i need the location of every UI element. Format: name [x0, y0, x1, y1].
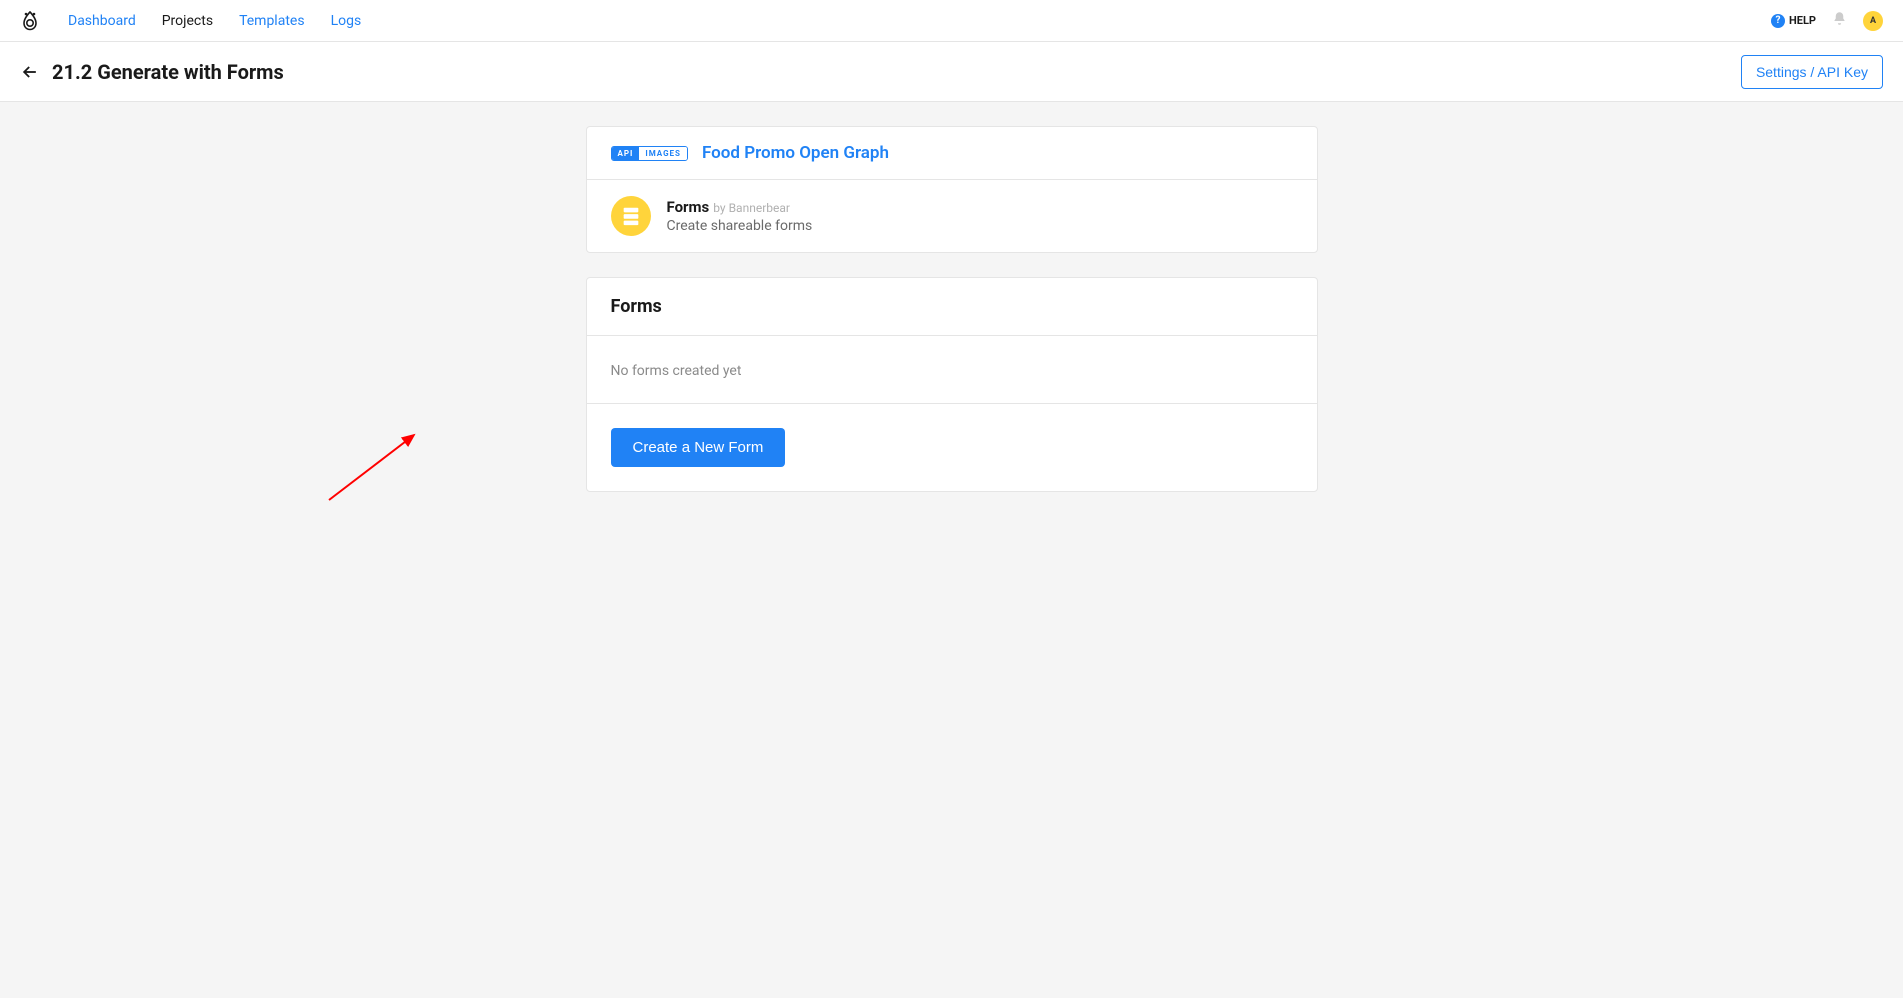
- app-logo[interactable]: [20, 11, 40, 31]
- badge-api: API: [612, 147, 640, 160]
- forms-card-body: No forms created yet: [587, 336, 1317, 404]
- nav-right: ? HELP A: [1771, 11, 1883, 31]
- notifications-icon[interactable]: [1832, 11, 1847, 30]
- badge-images: IMAGES: [639, 147, 687, 160]
- integration-row: Forms by Bannerbear Create shareable for…: [587, 180, 1317, 252]
- forms-card: Forms No forms created yet Create a New …: [586, 277, 1318, 492]
- help-link[interactable]: ? HELP: [1771, 14, 1816, 28]
- integration-info: Forms by Bannerbear Create shareable for…: [667, 198, 813, 234]
- content: API IMAGES Food Promo Open Graph Forms: [0, 102, 1903, 540]
- container: API IMAGES Food Promo Open Graph Forms: [586, 126, 1318, 516]
- forms-card-header: Forms: [587, 278, 1317, 336]
- nav-links: Dashboard Projects Templates Logs: [68, 13, 1771, 29]
- integration-by: by Bannerbear: [713, 201, 790, 215]
- template-card: API IMAGES Food Promo Open Graph Forms: [586, 126, 1318, 253]
- forms-title: Forms: [611, 296, 1293, 317]
- forms-card-footer: Create a New Form: [587, 404, 1317, 491]
- nav-dashboard[interactable]: Dashboard: [68, 13, 136, 29]
- help-icon: ?: [1771, 14, 1785, 28]
- template-header: API IMAGES Food Promo Open Graph: [587, 127, 1317, 180]
- nav-projects[interactable]: Projects: [162, 13, 213, 29]
- integration-desc: Create shareable forms: [667, 218, 813, 234]
- help-label: HELP: [1789, 14, 1816, 27]
- sub-header-left: 21.2 Generate with Forms: [20, 60, 284, 84]
- user-avatar[interactable]: A: [1863, 11, 1883, 31]
- page-title: 21.2 Generate with Forms: [52, 60, 284, 84]
- forms-empty-message: No forms created yet: [611, 363, 742, 379]
- nav-logs[interactable]: Logs: [331, 13, 362, 29]
- sub-header: 21.2 Generate with Forms Settings / API …: [0, 42, 1903, 102]
- forms-integration-icon: [611, 196, 651, 236]
- top-nav: Dashboard Projects Templates Logs ? HELP…: [0, 0, 1903, 42]
- create-new-form-button[interactable]: Create a New Form: [611, 428, 786, 467]
- integration-title: Forms: [667, 198, 710, 216]
- api-images-badge: API IMAGES: [611, 146, 688, 161]
- template-name-link[interactable]: Food Promo Open Graph: [702, 143, 889, 163]
- nav-templates[interactable]: Templates: [239, 13, 305, 29]
- integration-title-row: Forms by Bannerbear: [667, 198, 813, 216]
- back-arrow-icon[interactable]: [20, 62, 40, 82]
- settings-api-key-button[interactable]: Settings / API Key: [1741, 55, 1883, 89]
